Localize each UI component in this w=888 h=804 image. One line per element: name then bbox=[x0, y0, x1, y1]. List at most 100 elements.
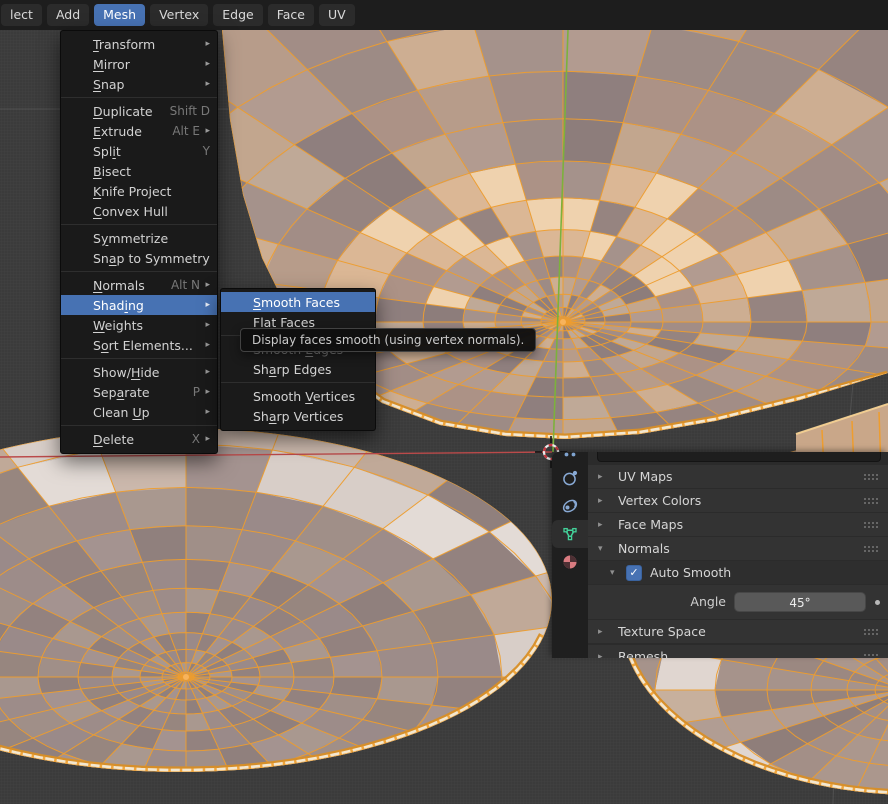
menu-item-snap-to-symmetry[interactable]: Snap to Symmetry bbox=[61, 248, 217, 268]
section-header-face-maps[interactable]: ▸Face Maps bbox=[588, 513, 888, 536]
menu-item-symmetrize[interactable]: Symmetrize bbox=[61, 228, 217, 248]
section-header-remesh[interactable]: ▸ Remesh bbox=[588, 645, 888, 658]
menu-item-label: Bisect bbox=[93, 164, 131, 179]
menu-item-label: Sort Elements... bbox=[93, 338, 193, 353]
submenu-arrow-icon: ▸ bbox=[201, 126, 210, 136]
menu-item-knife-project[interactable]: Knife Project bbox=[61, 181, 217, 201]
menu-item-transform[interactable]: Transform▸ bbox=[61, 34, 217, 54]
menu-item-label: Duplicate bbox=[93, 104, 153, 119]
section-label: Remesh bbox=[618, 649, 668, 658]
angle-value-field[interactable]: 45° bbox=[734, 592, 866, 612]
drag-grip[interactable] bbox=[863, 497, 878, 505]
menu-item-label: Shading bbox=[93, 298, 144, 313]
properties-tab-constraints[interactable] bbox=[552, 492, 588, 520]
menu-item-label: Normals bbox=[93, 278, 145, 293]
drag-grip[interactable] bbox=[863, 545, 878, 553]
menubar-lect[interactable]: lect bbox=[1, 4, 42, 26]
menu-separator bbox=[61, 425, 217, 426]
particles-icon bbox=[561, 452, 579, 459]
material-icon bbox=[561, 553, 579, 571]
menu-item-extrude[interactable]: ExtrudeAlt E▸ bbox=[61, 121, 217, 141]
auto-smooth-checkbox[interactable]: ✓ bbox=[626, 565, 642, 581]
properties-tab-material[interactable] bbox=[552, 548, 588, 576]
menu-item-shortcut: X bbox=[192, 432, 200, 446]
disclosure-triangle-icon: ▸ bbox=[598, 520, 614, 530]
menubar-uv[interactable]: UV bbox=[319, 4, 355, 26]
menu-item-normals[interactable]: NormalsAlt N▸ bbox=[61, 275, 217, 295]
properties-tab-object-data[interactable] bbox=[552, 520, 588, 548]
menu-item-label: Delete bbox=[93, 432, 134, 447]
submenu-arrow-icon: ▸ bbox=[201, 320, 210, 330]
properties-content: ▸UV Maps▸Vertex Colors▸Face Maps▾Normals… bbox=[588, 452, 888, 658]
tooltip-text: Display faces smooth (using vertex norma… bbox=[252, 333, 524, 347]
section-label: Normals bbox=[618, 541, 670, 556]
menubar-edge[interactable]: Edge bbox=[213, 4, 262, 26]
section-label: Vertex Colors bbox=[618, 493, 701, 508]
mesh-menu-dropdown: Transform▸Mirror▸Snap▸ Duplicate Shift D Ex… bbox=[60, 30, 218, 454]
menu-item-duplicate[interactable]: Duplicate Shift D bbox=[61, 101, 217, 121]
section-header-vertex-colors[interactable]: ▸ Vertex Colors bbox=[588, 489, 888, 512]
auto-smooth-row: ▾✓Auto Smooth bbox=[588, 561, 888, 584]
menu-item-snap[interactable]: Snap▸ bbox=[61, 74, 217, 94]
menu-item-clean-up[interactable]: Clean Up ▸ bbox=[61, 402, 217, 422]
menu-item-label: Weights bbox=[93, 318, 143, 333]
menu-item-convex-hull[interactable]: Convex Hull bbox=[61, 201, 217, 221]
angle-row: Angle45° bbox=[588, 585, 888, 619]
menu-item-label: Separate bbox=[93, 385, 150, 400]
menubar-mesh[interactable]: Mesh bbox=[94, 4, 145, 26]
drag-grip[interactable] bbox=[863, 653, 878, 659]
menu-item-label: Extrude bbox=[93, 124, 142, 139]
disclosure-triangle-icon: ▸ bbox=[598, 496, 614, 506]
submenu-arrow-icon: ▸ bbox=[201, 300, 210, 310]
menu-item-sharp-edges[interactable]: Sharp Edges bbox=[221, 359, 375, 379]
menu-item-sort-elements[interactable]: Sort Elements... ▸ bbox=[61, 335, 217, 355]
menu-separator bbox=[61, 358, 217, 359]
menu-item-smooth-faces[interactable]: Smooth Faces bbox=[221, 292, 375, 312]
menu-item-label: Clean Up bbox=[93, 405, 150, 420]
submenu-arrow-icon: ▸ bbox=[201, 407, 210, 417]
menubar-face[interactable]: Face bbox=[268, 4, 314, 26]
menu-separator bbox=[61, 97, 217, 98]
properties-tab-particles[interactable] bbox=[552, 452, 588, 459]
disclosure-triangle-icon: ▸ bbox=[598, 652, 614, 659]
menu-separator bbox=[61, 271, 217, 272]
menu-item-shortcut: P bbox=[193, 385, 200, 399]
disclosure-triangle-icon: ▸ bbox=[598, 627, 614, 637]
drag-grip[interactable] bbox=[863, 628, 878, 636]
menu-item-label: Sharp Edges bbox=[253, 362, 332, 377]
physics-icon bbox=[561, 469, 579, 487]
keyframe-dot[interactable] bbox=[875, 600, 880, 605]
auto-smooth-label: Auto Smooth bbox=[650, 565, 731, 580]
menu-item-smooth-vertices[interactable]: Smooth Vertices bbox=[221, 386, 375, 406]
properties-tab-physics[interactable] bbox=[552, 464, 588, 492]
menu-item-split[interactable]: SplitY bbox=[61, 141, 217, 161]
section-label: UV Maps bbox=[618, 469, 673, 484]
menu-item-shading[interactable]: Shading ▸ bbox=[61, 295, 217, 315]
menubar-vertex[interactable]: Vertex bbox=[150, 4, 208, 26]
menu-item-label: Smooth Vertices bbox=[253, 389, 355, 404]
menu-item-weights[interactable]: Weights ▸ bbox=[61, 315, 217, 335]
properties-panel: ▸UV Maps▸Vertex Colors▸Face Maps▾Normals… bbox=[552, 452, 888, 658]
menu-item-sharp-vertices[interactable]: Sharp Vertices bbox=[221, 406, 375, 426]
submenu-arrow-icon: ▸ bbox=[201, 387, 210, 397]
properties-tab-column bbox=[552, 452, 588, 658]
menu-item-delete[interactable]: DeleteX▸ bbox=[61, 429, 217, 449]
menu-item-separate[interactable]: Separate P▸ bbox=[61, 382, 217, 402]
menu-item-mirror[interactable]: Mirror▸ bbox=[61, 54, 217, 74]
menu-item-bisect[interactable]: Bisect bbox=[61, 161, 217, 181]
menu-item-label: Knife Project bbox=[93, 184, 171, 199]
section-header-normals[interactable]: ▾Normals bbox=[588, 537, 888, 560]
menu-item-label: Show/Hide bbox=[93, 365, 159, 380]
menu-item-shortcut: Shift D bbox=[170, 104, 210, 118]
section-header-texture-space[interactable]: ▸Texture Space bbox=[588, 620, 888, 643]
drag-grip[interactable] bbox=[863, 473, 878, 481]
menu-item-shortcut: Alt N bbox=[171, 278, 200, 292]
viewport-header-menubar: lectAddMeshVertexEdge FaceUV bbox=[0, 0, 888, 30]
menu-item-label: Smooth Faces bbox=[253, 295, 340, 310]
menu-item-show-hide[interactable]: Show/Hide ▸ bbox=[61, 362, 217, 382]
drag-grip[interactable] bbox=[863, 521, 878, 529]
submenu-arrow-icon: ▸ bbox=[201, 367, 210, 377]
menubar-add[interactable]: Add bbox=[47, 4, 89, 26]
submenu-arrow-icon: ▸ bbox=[201, 340, 210, 350]
section-header-uv-maps[interactable]: ▸UV Maps bbox=[588, 465, 888, 488]
